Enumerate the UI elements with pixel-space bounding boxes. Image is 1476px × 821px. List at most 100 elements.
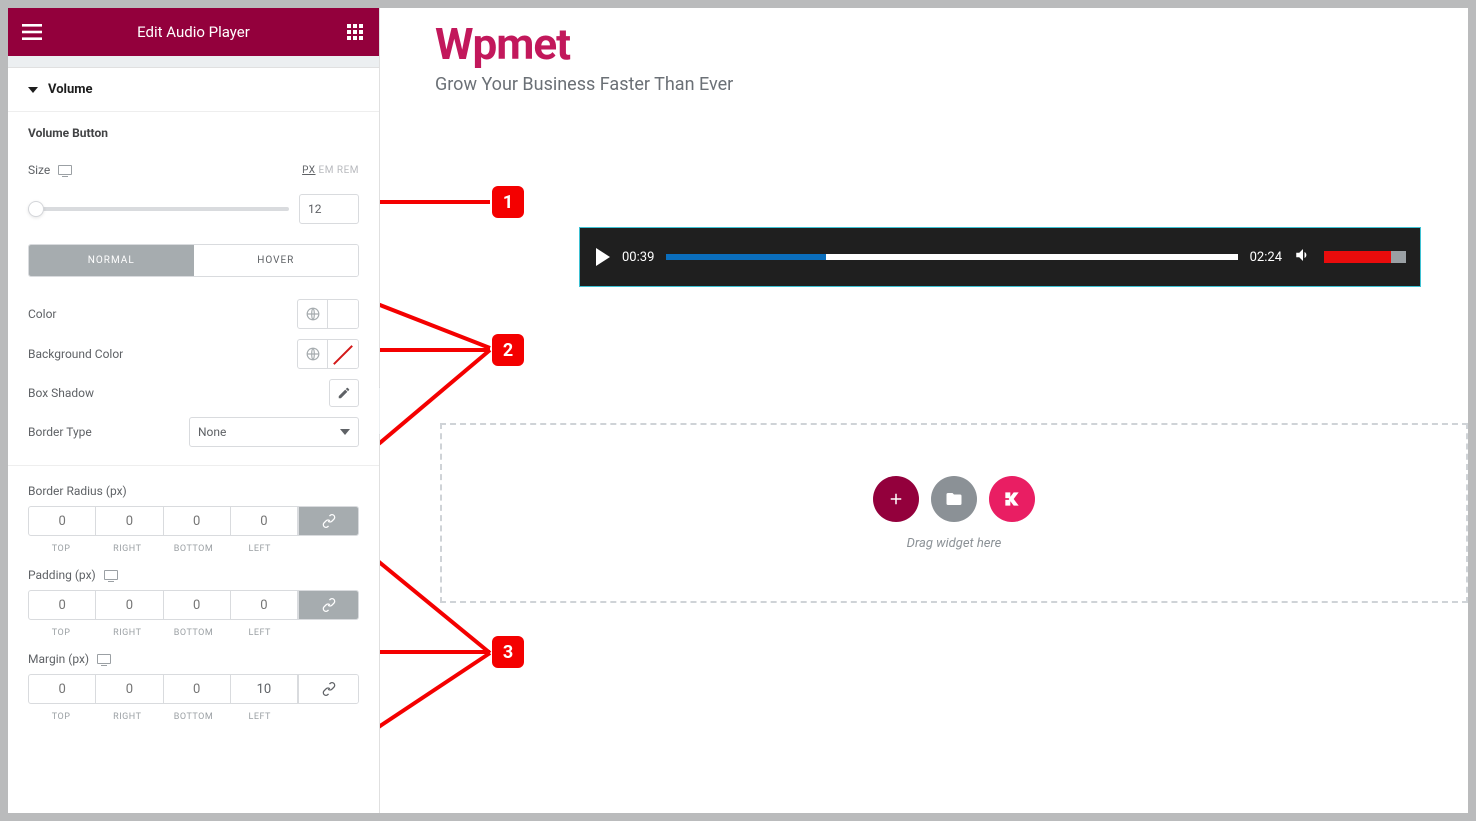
unit-em[interactable]: EM [319, 165, 334, 176]
radius-left[interactable] [231, 507, 297, 535]
brand-tagline: Grow Your Business Faster Than Ever [435, 74, 1448, 95]
size-row: Size PX EM REM [28, 156, 359, 184]
margin-link-toggle[interactable] [298, 675, 358, 703]
radius-link-toggle[interactable] [298, 507, 358, 535]
dropzone-hint: Drag widget here [907, 536, 1002, 551]
brand-logo-text: Wpmet [435, 18, 1448, 70]
border-type-value: None [198, 425, 226, 439]
sub-bottom: BOTTOM [160, 628, 226, 638]
annotation-arrow-1 [380, 190, 490, 210]
responsive-icon[interactable] [104, 570, 118, 580]
volume-icon[interactable] [1294, 246, 1312, 268]
radius-right[interactable] [96, 507, 162, 535]
tab-normal[interactable]: NORMAL [29, 245, 194, 276]
padding-link-toggle[interactable] [298, 591, 358, 619]
sub-top: TOP [28, 712, 94, 722]
unit-px[interactable]: PX [302, 165, 315, 176]
radius-label: Border Radius (px) [28, 484, 127, 498]
border-type-label: Border Type [28, 425, 92, 439]
radius-top[interactable] [29, 507, 95, 535]
shadow-label: Box Shadow [28, 386, 94, 400]
sub-left: LEFT [227, 544, 293, 554]
widgets-grid-icon[interactable] [343, 20, 367, 44]
bgcolor-label: Background Color [28, 347, 123, 361]
color-control[interactable] [297, 299, 359, 329]
annotation-marker-3: 3 [492, 636, 524, 668]
sub-bottom: BOTTOM [160, 712, 226, 722]
time-total: 02:24 [1250, 250, 1282, 265]
time-current: 00:39 [622, 250, 654, 265]
shadow-row: Box Shadow [28, 379, 359, 407]
padding-left[interactable] [231, 591, 297, 619]
padding-top[interactable] [29, 591, 95, 619]
editor-sidebar: Edit Audio Player Volume Volume Button S… [8, 8, 380, 813]
tab-hover[interactable]: HOVER [194, 245, 359, 276]
audio-progress-fill [666, 254, 826, 260]
margin-left[interactable] [231, 675, 297, 703]
shadow-edit-button[interactable] [329, 379, 359, 407]
app-frame: Edit Audio Player Volume Volume Button S… [8, 8, 1468, 813]
padding-bottom[interactable] [164, 591, 230, 619]
size-input[interactable] [299, 194, 359, 224]
color-label: Color [28, 307, 56, 321]
page-content: Wpmet Grow Your Business Faster Than Eve… [435, 18, 1448, 95]
section-content: Volume Button Size PX EM REM [8, 112, 379, 722]
size-slider-thumb[interactable] [28, 201, 44, 217]
link-icon [321, 597, 337, 613]
menu-icon[interactable] [20, 20, 44, 44]
responsive-icon[interactable] [58, 165, 72, 175]
add-widget-button[interactable] [873, 476, 919, 522]
template-library-button[interactable] [931, 476, 977, 522]
size-label: Size [28, 163, 50, 177]
margin-right[interactable] [96, 675, 162, 703]
section-toggle-volume[interactable]: Volume [8, 68, 379, 112]
bgcolor-row: Background Color [28, 339, 359, 369]
border-type-select[interactable]: None [189, 417, 359, 447]
audio-player-widget[interactable]: 00:39 02:24 [580, 228, 1420, 286]
divider [8, 465, 379, 466]
margin-bottom[interactable] [164, 675, 230, 703]
sub-bottom: BOTTOM [160, 544, 226, 554]
sub-right: RIGHT [94, 712, 160, 722]
globe-icon[interactable] [298, 340, 328, 368]
padding-label: Padding (px) [28, 568, 96, 582]
elements-kit-button[interactable] [989, 476, 1035, 522]
responsive-icon[interactable] [97, 654, 111, 664]
padding-right[interactable] [96, 591, 162, 619]
sidebar-header: Edit Audio Player [8, 8, 379, 56]
volume-bar-rest [1391, 251, 1406, 263]
size-slider[interactable] [28, 207, 289, 211]
play-button[interactable] [596, 248, 610, 266]
sub-left: LEFT [227, 628, 293, 638]
color-swatch[interactable] [328, 300, 358, 328]
section-title: Volume [48, 82, 93, 97]
sidebar-tabstrip [8, 56, 379, 68]
globe-icon[interactable] [298, 300, 328, 328]
ek-logo-icon [1002, 489, 1022, 509]
padding-group: Padding (px) TOP RIGHT [28, 568, 359, 638]
margin-top[interactable] [29, 675, 95, 703]
radius-bottom[interactable] [164, 507, 230, 535]
sub-left: LEFT [227, 712, 293, 722]
folder-icon [945, 490, 963, 508]
margin-group: Margin (px) TOP RIGHT [28, 652, 359, 722]
sidebar-body: Volume Volume Button Size PX EM REM [8, 68, 379, 813]
editor-canvas: Wpmet Grow Your Business Faster Than Eve… [380, 8, 1468, 813]
annotation-marker-2: 2 [492, 334, 524, 366]
border-type-row: Border Type None [28, 417, 359, 447]
plus-icon [887, 490, 905, 508]
bgcolor-control[interactable] [297, 339, 359, 369]
volume-bar[interactable] [1324, 251, 1406, 263]
widget-drop-zone[interactable]: Drag widget here [440, 423, 1468, 603]
annotation-arrow-2b [380, 338, 490, 378]
annotation-marker-1: 1 [492, 186, 524, 218]
unit-switcher: PX EM REM [302, 165, 359, 176]
bgcolor-swatch-none[interactable] [328, 340, 358, 368]
border-radius-group: Border Radius (px) TOP RIGHT BOTTOM [28, 484, 359, 554]
unit-rem[interactable]: REM [337, 165, 359, 176]
audio-progress-track[interactable] [666, 254, 1237, 260]
annotation-arrow-2a [380, 288, 490, 368]
annotation-arrow-3c [380, 648, 490, 748]
chevron-down-icon [340, 429, 350, 435]
sub-top: TOP [28, 544, 94, 554]
